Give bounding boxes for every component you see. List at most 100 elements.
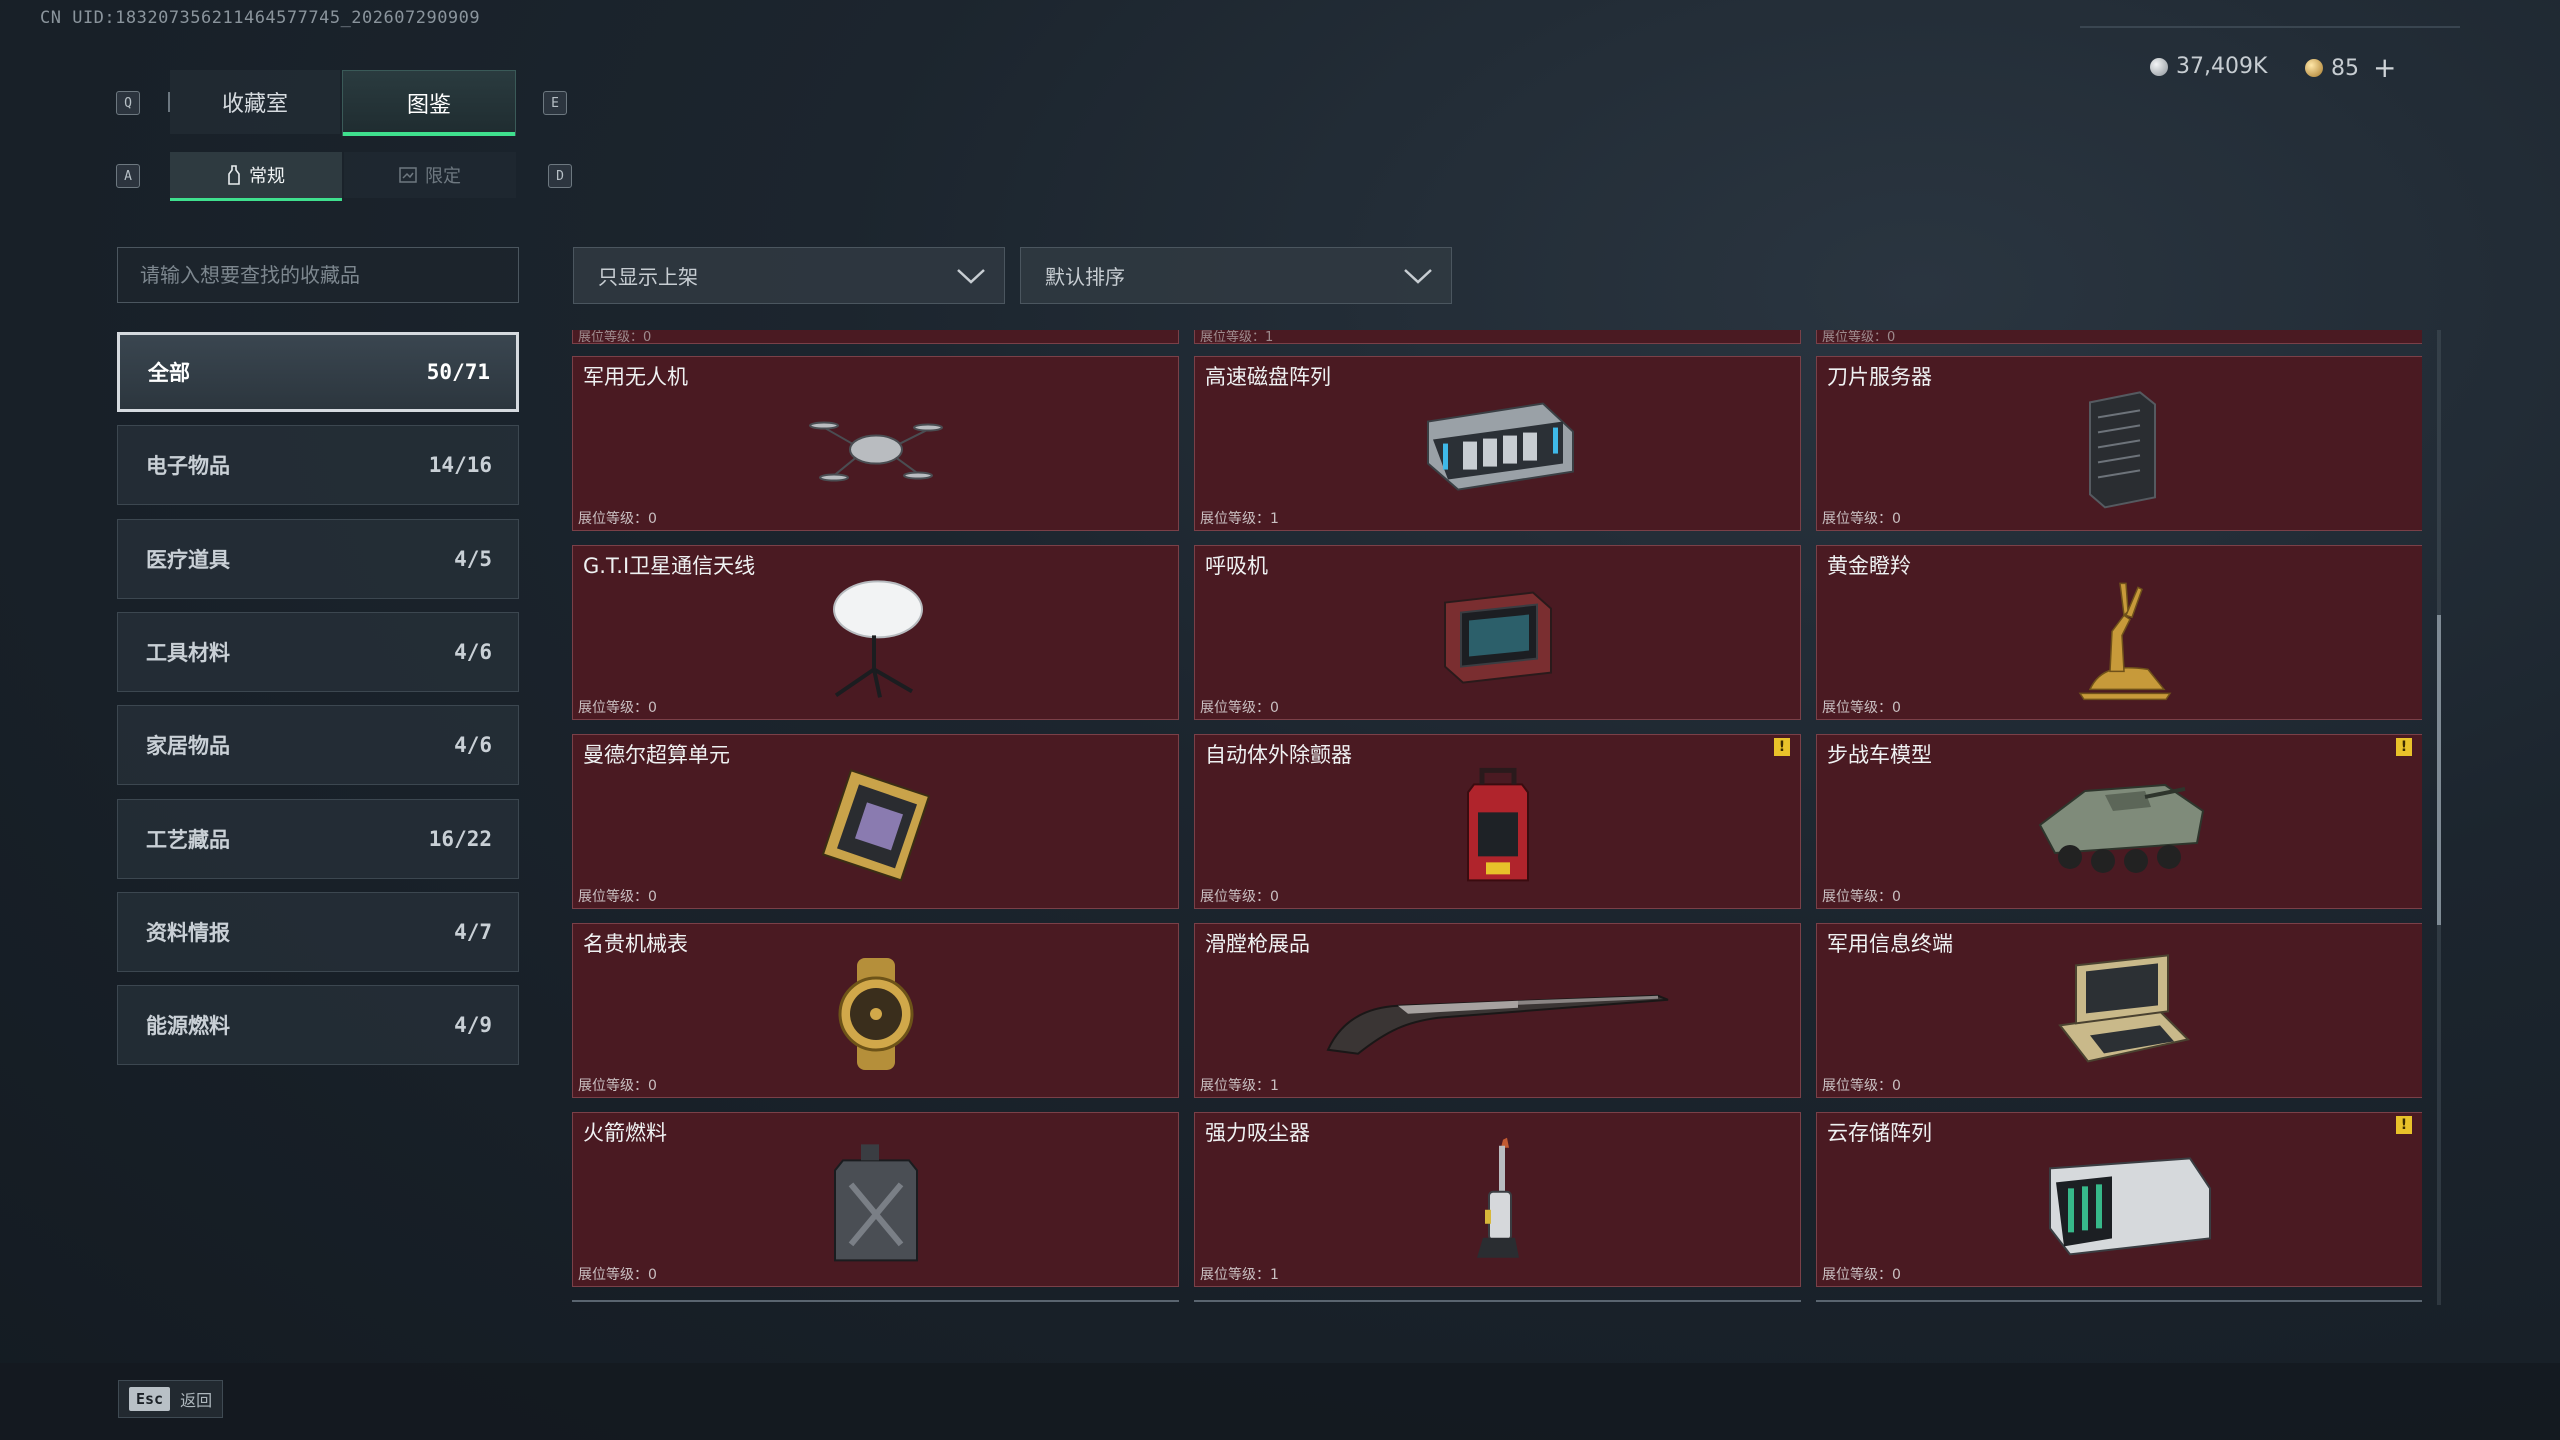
category-label: 电子物品: [146, 454, 230, 479]
partial-card[interactable]: 展位等级：0: [572, 330, 1179, 345]
subtab-limited-label: 限定: [425, 166, 461, 187]
display-filter-dropdown[interactable]: 只显示上架: [573, 247, 1005, 304]
category-count: 4/9: [454, 1013, 492, 1038]
search-input[interactable]: [117, 247, 519, 303]
category-item[interactable]: 资料情报 4/7: [117, 891, 519, 972]
booth-level: 展位等级：0: [578, 700, 657, 716]
top-decor-line: [2080, 26, 2460, 28]
category-item[interactable]: 工具材料 4/6: [117, 611, 519, 692]
compute-unit-icon: [811, 760, 941, 894]
booth-level: 展位等级：0: [1822, 1267, 1901, 1283]
defibrillator-icon: [1448, 760, 1548, 894]
item-name: 步战车模型: [1827, 743, 1932, 767]
item-name: 军用无人机: [583, 365, 688, 389]
partial-card-edge: [572, 1300, 1179, 1305]
sort-dropdown[interactable]: 默认排序: [1020, 247, 1452, 304]
vacuum-icon: [1463, 1133, 1533, 1277]
bottle-icon: [228, 165, 240, 185]
key-hint-e: E: [543, 91, 567, 115]
key-hint-q: Q: [116, 91, 140, 115]
chevron-down-icon: [1404, 268, 1432, 284]
back-label: 返回: [180, 1391, 213, 1410]
silver-currency: 37,409K: [2150, 54, 2267, 79]
item-name: 呼吸机: [1205, 554, 1268, 578]
disk-array-icon: [1413, 391, 1583, 505]
category-count: 16/22: [428, 826, 492, 851]
category-item[interactable]: 家居物品 4/6: [117, 705, 519, 786]
gold-coin-icon: [2305, 59, 2323, 77]
tab-encyclopedia[interactable]: 图鉴: [342, 70, 516, 136]
item-name: 曼德尔超算单元: [583, 743, 730, 767]
fuel-can-icon: [821, 1138, 931, 1272]
category-item[interactable]: 电子物品 14/16: [117, 425, 519, 506]
category-label: 资料情报: [146, 920, 230, 945]
grid-scrollbar-thumb[interactable]: [2437, 615, 2441, 925]
category-label: 能源燃料: [146, 1014, 230, 1039]
esc-key: Esc: [129, 1387, 171, 1411]
item-name: 军用信息终端: [1827, 932, 1953, 956]
booth-level: 展位等级：0: [1200, 889, 1279, 905]
warning-icon: !: [1774, 738, 1790, 756]
collection-card[interactable]: 云存储阵列 展位等级：0!: [1816, 1112, 2422, 1287]
category-count: 4/7: [454, 919, 492, 944]
partial-card-level: 展位等级：0: [578, 330, 652, 345]
key-hint-a: A: [116, 164, 140, 188]
booth-level: 展位等级：0: [1200, 700, 1279, 716]
category-item[interactable]: 能源燃料 4/9: [117, 985, 519, 1066]
collection-card[interactable]: 火箭燃料 展位等级：0: [572, 1112, 1179, 1287]
limited-icon: [399, 167, 417, 183]
chevron-down-icon: [957, 268, 985, 284]
silver-amount: 37,409K: [2176, 54, 2268, 79]
apc-icon: [2025, 764, 2215, 888]
collection-card[interactable]: 黄金瞪羚展位等级：0: [1816, 545, 2422, 720]
booth-level: 展位等级：1: [1200, 1078, 1279, 1094]
display-filter-value: 只显示上架: [598, 265, 698, 289]
satellite-dish-icon: [816, 571, 936, 705]
collection-card[interactable]: 曼德尔超算单元 展位等级：0: [572, 734, 1179, 909]
booth-level: 展位等级：0: [1822, 889, 1901, 905]
silver-coin-icon: [2150, 57, 2168, 76]
collection-card[interactable]: 滑膛枪展品展位等级：1: [1194, 923, 1801, 1098]
back-button[interactable]: Esc 返回: [118, 1380, 224, 1418]
item-name: 滑膛枪展品: [1205, 932, 1310, 956]
partial-card[interactable]: 展位等级：1: [1194, 330, 1801, 345]
key-hint-d: D: [548, 164, 572, 188]
item-name: 黄金瞪羚: [1827, 554, 1911, 578]
collection-card[interactable]: 强力吸尘器 展位等级：1: [1194, 1112, 1801, 1287]
drone-icon: [806, 391, 946, 505]
partial-card-level: 展位等级：1: [1200, 330, 1274, 345]
cloud-storage-icon: [2020, 1138, 2220, 1272]
subtab-regular[interactable]: 常规: [170, 152, 342, 201]
collection-card[interactable]: 呼吸机展位等级：0: [1194, 545, 1801, 720]
partial-card[interactable]: 展位等级：0: [1816, 330, 2422, 345]
collection-card[interactable]: 高速磁盘阵列 展位等级：1: [1194, 356, 1801, 531]
booth-level: 展位等级：1: [1200, 511, 1279, 527]
subtab-limited[interactable]: 限定: [344, 152, 516, 198]
tab-collection-room[interactable]: 收藏室: [170, 70, 340, 134]
category-label: 工具材料: [146, 640, 230, 665]
collection-card[interactable]: 军用无人机 展位等级：0: [572, 356, 1179, 531]
category-item[interactable]: 工艺藏品 16/22: [117, 798, 519, 879]
collection-card[interactable]: 名贵机械表 展位等级：0: [572, 923, 1179, 1098]
category-item[interactable]: 医疗道具 4/5: [117, 518, 519, 599]
booth-level: 展位等级：0: [1822, 700, 1901, 716]
gold-amount: 85: [2331, 55, 2359, 81]
uid-text: CN UID:183207356211464577745_20260729090…: [40, 8, 481, 28]
item-name: 自动体外除颤器: [1205, 743, 1352, 767]
collection-card[interactable]: 步战车模型 展位等级：0!: [1816, 734, 2422, 909]
item-name: 云存储阵列: [1827, 1121, 1932, 1145]
collection-card[interactable]: 刀片服务器 展位等级：0: [1816, 356, 2422, 531]
add-currency-button[interactable]: +: [2373, 54, 2396, 82]
category-count: 4/6: [454, 639, 492, 664]
collection-card[interactable]: 军用信息终端 展位等级：0: [1816, 923, 2422, 1098]
musket-icon: [1318, 967, 1678, 1061]
collection-card[interactable]: G.T.I卫星通信天线 展位等级：0: [572, 545, 1179, 720]
category-item[interactable]: 全部 50/71: [117, 332, 519, 412]
category-count: 14/16: [428, 453, 492, 478]
category-label: 家居物品: [146, 734, 230, 759]
booth-level: 展位等级：0: [578, 1078, 657, 1094]
footer-bar: [0, 1363, 2560, 1440]
gazelle-icon: [2060, 571, 2180, 705]
collection-card[interactable]: 自动体外除颤器展位等级：0!: [1194, 734, 1801, 909]
item-name: 刀片服务器: [1827, 365, 1932, 389]
